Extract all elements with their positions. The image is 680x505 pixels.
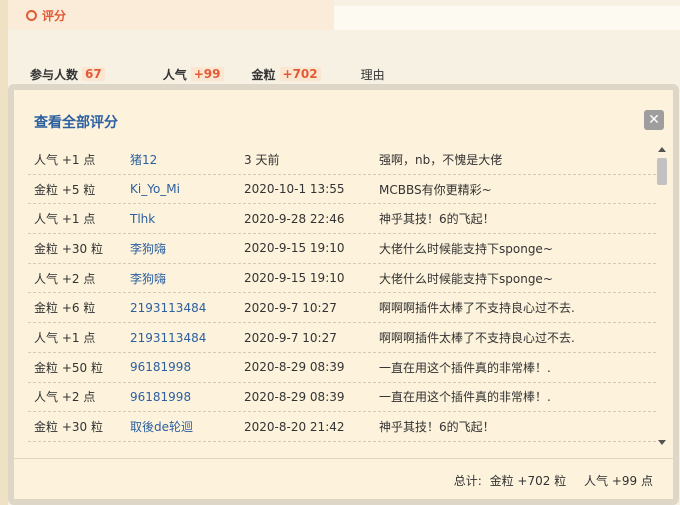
rating-reason: 大佬什么时候能支持下sponge~ <box>379 241 553 256</box>
gold-label: 金粒 <box>251 67 276 82</box>
scroll-up-arrow-icon[interactable] <box>658 147 666 152</box>
scrollbar[interactable] <box>656 145 668 447</box>
rating-row: 金粒 +30 粒 李狗嗨 2020-9-15 19:10 大佬什么时候能支持下spon… <box>28 234 656 264</box>
rating-row: 人气 +1 点 猪12 3 天前 强啊，nb，不愧是大佬 <box>28 145 656 175</box>
rating-row: 人气 +2 点 96181998 2020-8-29 08:39 一直在用这个插件真的… <box>28 383 656 413</box>
rating-reason: 啊啊啊插件太棒了不支持良心过不去. <box>379 301 575 316</box>
dialog-title: 查看全部评分 <box>34 115 118 131</box>
rating-reason: 强啊，nb，不愧是大佬 <box>379 152 503 167</box>
rating-score: 人气 +2 点 <box>34 271 96 286</box>
rating-user-link[interactable]: 2193113484 <box>130 301 206 315</box>
rating-row: 金粒 +6 粒 2193113484 2020-9-7 10:27 啊啊啊插件太棒了不… <box>28 294 656 324</box>
rating-score: 金粒 +6 粒 <box>34 301 96 316</box>
rating-score: 金粒 +5 粒 <box>34 182 96 197</box>
rating-row: 金粒 +30 粒 取後de轮迴 2020-8-20 21:42 神乎其技！6的飞起！ <box>28 412 656 442</box>
rating-user-link[interactable]: 96181998 <box>130 390 191 404</box>
popularity-value: +99 <box>190 67 224 81</box>
rating-row: 金粒 +5 粒 Ki_Yo_Mi 2020-10-1 13:55 MCBBS有你更精彩… <box>28 175 656 205</box>
rating-user-link[interactable]: 96181998 <box>130 360 191 374</box>
all-ratings-dialog: 查看全部评分 ✕ 金粒 +30 粒取後de轮迴 2020-8-20 21:42 神乎… <box>8 84 679 505</box>
rating-score: 金粒 +50 粒 <box>34 360 103 375</box>
rating-user-link[interactable]: Tlhk <box>130 212 155 226</box>
rating-score: 人气 +1 点 <box>34 212 96 227</box>
dialog-body: 查看全部评分 ✕ 金粒 +30 粒取後de轮迴 2020-8-20 21:42 神乎… <box>14 90 673 499</box>
rating-user-link[interactable]: 李狗嗨 <box>130 240 166 257</box>
rating-user-link[interactable]: 猪12 <box>130 151 157 168</box>
page-left-strip <box>0 0 8 505</box>
rating-time: 2020-9-15 19:10 <box>244 241 345 256</box>
scroll-down-arrow-icon[interactable] <box>658 440 666 445</box>
rating-score: 金粒 +30 粒 <box>34 241 103 256</box>
rating-time: 2020-9-7 10:27 <box>244 300 337 315</box>
rating-user-link[interactable]: 取後de轮迴 <box>130 418 193 435</box>
summary-total-label: 总计: <box>453 474 482 488</box>
rate-section-title: 评分 <box>42 8 67 23</box>
rating-row: 金粒 +50 粒 96181998 2020-8-29 08:39 一直在用这个插件真… <box>28 353 656 383</box>
reason-label: 理由 <box>360 67 385 82</box>
gold-value: +702 <box>279 67 321 81</box>
rating-reason: 啊啊啊插件太棒了不支持良心过不去. <box>379 331 575 346</box>
dialog-divider <box>14 458 673 459</box>
rate-stats: 参与人数 67 人气 +99 金粒 +702 理由 <box>30 65 385 83</box>
rating-time: 2020-9-28 22:46 <box>244 211 345 226</box>
rating-score: 人气 +2 点 <box>34 390 96 405</box>
top-bar <box>334 6 680 30</box>
rating-user-link[interactable]: 2193113484 <box>130 331 206 345</box>
rating-time: 3 天前 <box>244 152 280 167</box>
rating-time: 2020-9-15 19:10 <box>244 271 345 286</box>
rating-user-link[interactable]: Ki_Yo_Mi <box>130 182 180 196</box>
rating-reason: 神乎其技！6的飞起！ <box>379 420 495 435</box>
rating-time: 2020-10-1 13:55 <box>244 182 345 197</box>
close-icon: ✕ <box>648 112 660 128</box>
participants-count: 67 <box>82 67 105 81</box>
summary-popularity-total: 人气 +99 点 <box>584 474 653 488</box>
rating-reason: 一直在用这个插件真的非常棒！. <box>379 360 551 375</box>
rating-reason: MCBBS有你更精彩~ <box>379 182 492 197</box>
rating-time: 2020-8-29 08:39 <box>244 360 345 375</box>
rating-score: 人气 +1 点 <box>34 331 96 346</box>
popularity-label: 人气 <box>162 67 187 82</box>
rating-time: 2020-9-7 10:27 <box>244 330 337 345</box>
rating-time: 2020-8-20 21:42 <box>244 419 345 434</box>
ratings-list[interactable]: 金粒 +30 粒取後de轮迴 2020-8-20 21:42 神乎其技！6的飞起！人… <box>28 145 668 447</box>
rating-score: 金粒 +30 粒 <box>34 420 103 435</box>
rating-reason: 一直在用这个插件真的非常棒！. <box>379 390 551 405</box>
participants-label: 参与人数 <box>30 67 79 82</box>
rating-row: 人气 +2 点 李狗嗨 2020-9-15 19:10 大佬什么时候能支持下spong… <box>28 264 656 294</box>
close-button[interactable]: ✕ <box>644 110 664 130</box>
circle-icon <box>26 9 37 21</box>
ratings-summary: 总计: 金粒 +702 粒 人气 +99 点 <box>450 472 653 489</box>
rating-user-link[interactable]: 李狗嗨 <box>130 270 166 287</box>
rating-row: 人气 +1 点 Tlhk 2020-9-28 22:46 神乎其技！6的飞起！ <box>28 204 656 235</box>
rating-time: 2020-8-29 08:39 <box>244 389 345 404</box>
rating-score: 人气 +1 点 <box>34 152 96 167</box>
summary-gold-total: 金粒 +702 粒 <box>489 474 567 488</box>
rating-row: 人气 +1 点 2193113484 2020-9-7 10:27 啊啊啊插件太棒了不… <box>28 323 656 353</box>
rating-reason: 神乎其技！6的飞起！ <box>379 212 495 227</box>
scroll-thumb[interactable] <box>657 158 667 185</box>
rating-reason: 大佬什么时候能支持下sponge~ <box>379 271 553 286</box>
rate-section-header: 评分 <box>8 0 334 30</box>
